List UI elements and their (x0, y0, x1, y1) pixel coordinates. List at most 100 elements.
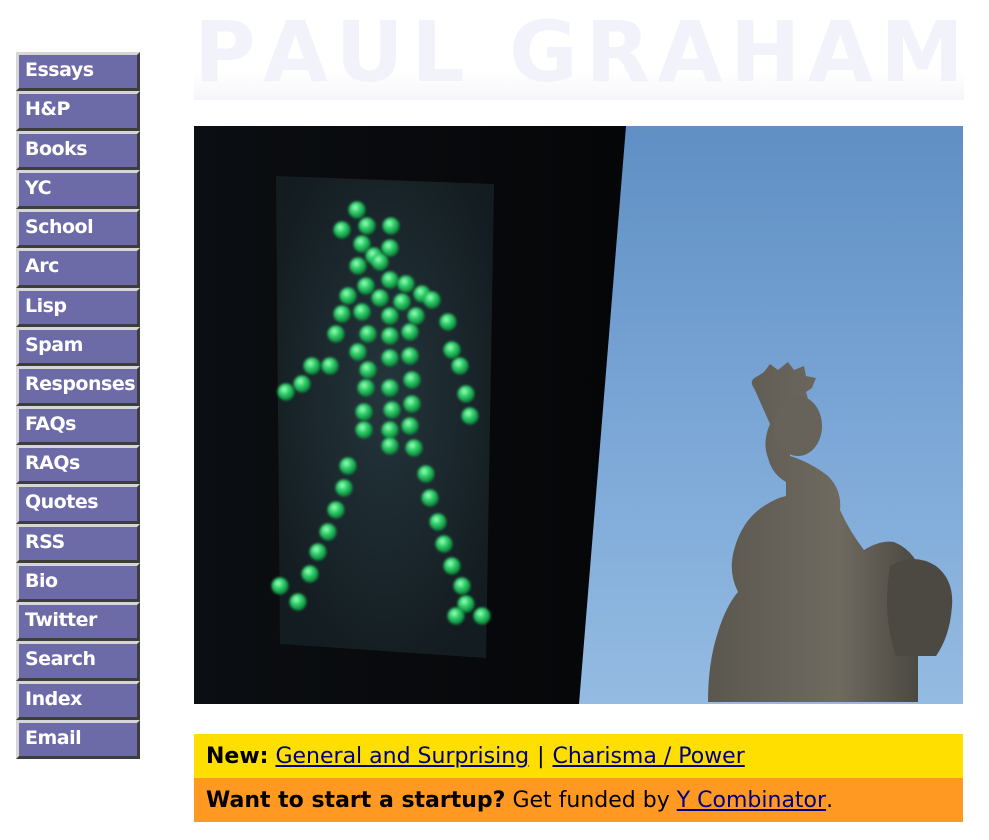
led-dot (335, 479, 353, 497)
led-dot (407, 307, 425, 325)
led-dot (353, 303, 371, 321)
title-letter: H (730, 3, 801, 101)
led-dot (421, 489, 439, 507)
link-general-and-surprising[interactable]: General and Surprising (275, 744, 529, 769)
startup-text: Get funded by (512, 787, 670, 813)
led-dot (355, 403, 373, 421)
title-letter: R (585, 3, 651, 101)
led-dot (371, 253, 389, 271)
walk-signal-and-statue-image (194, 126, 963, 704)
led-dot (348, 201, 366, 219)
led-dot (309, 543, 327, 561)
led-dot (443, 557, 461, 575)
led-dot (359, 361, 377, 379)
led-dot (339, 457, 357, 475)
led-dot (349, 343, 367, 361)
led-dot (353, 235, 371, 253)
led-dot (271, 577, 289, 595)
nav-rss[interactable]: RSS (16, 523, 140, 563)
led-dot (381, 421, 399, 439)
led-dot (381, 307, 399, 325)
led-dot (301, 565, 319, 583)
sidebar-nav: Essays H&P Books YC School Arc Lisp Spam… (16, 52, 140, 760)
nav-lisp[interactable]: Lisp (16, 287, 140, 328)
title-letter: A (807, 3, 873, 101)
led-dot (447, 607, 465, 625)
link-charisma-power[interactable]: Charisma / Power (553, 744, 745, 769)
nav-faqs[interactable]: FAQs (16, 405, 140, 445)
led-dot (453, 577, 471, 595)
led-dot (401, 323, 419, 341)
led-dot (397, 275, 415, 293)
title-letter: A (657, 3, 723, 101)
title-letter: G (508, 3, 578, 101)
led-dot (451, 357, 469, 375)
led-dot (289, 593, 307, 611)
led-dot (381, 379, 399, 397)
nav-search[interactable]: Search (16, 641, 140, 681)
led-dot (277, 383, 295, 401)
led-dot (381, 349, 399, 367)
new-essays-banner: New: General and Surprising | Charisma /… (194, 734, 963, 778)
led-dot (401, 347, 419, 365)
led-dot (327, 501, 345, 519)
title-letter: U (335, 3, 404, 101)
title-letter-spacer (472, 3, 501, 101)
led-dot (443, 341, 461, 359)
led-dot (381, 271, 399, 289)
nav-spam[interactable]: Spam (16, 327, 140, 367)
led-dot (382, 217, 400, 235)
startup-label: Want to start a startup? (206, 787, 506, 813)
nav-hp[interactable]: H&P (16, 91, 140, 131)
led-dot (359, 325, 377, 343)
title-letter: M (880, 3, 964, 101)
led-dot (429, 513, 447, 531)
led-dot (381, 437, 399, 455)
nav-bio[interactable]: Bio (16, 562, 140, 603)
nav-raqs[interactable]: RAQs (16, 444, 140, 485)
link-y-combinator[interactable]: Y Combinator (677, 788, 826, 813)
nav-books[interactable]: Books (16, 130, 140, 170)
led-dot (383, 401, 401, 419)
nav-yc[interactable]: YC (16, 169, 140, 210)
led-dot (355, 421, 373, 439)
led-dot (349, 257, 367, 275)
led-dot (403, 395, 421, 413)
led-dot (358, 217, 376, 235)
led-dot (393, 293, 411, 311)
led-dot (457, 385, 475, 403)
nav-quotes[interactable]: Quotes (16, 484, 140, 524)
nav-arc[interactable]: Arc (16, 248, 140, 288)
led-dot (439, 313, 457, 331)
site-title-logo: P A U L G R A H A M (194, 3, 964, 101)
led-dot (333, 305, 351, 323)
led-dot (423, 291, 441, 309)
nav-email[interactable]: Email (16, 720, 140, 760)
led-dot (417, 465, 435, 483)
title-letter: L (411, 3, 465, 101)
led-dot (473, 607, 491, 625)
led-dot (321, 357, 339, 375)
led-dot (435, 535, 453, 553)
page: Essays H&P Books YC School Arc Lisp Spam… (0, 0, 989, 840)
led-dot (403, 371, 421, 389)
led-dot (293, 375, 311, 393)
nav-school[interactable]: School (16, 209, 140, 249)
led-dot (381, 327, 399, 345)
led-dot (327, 325, 345, 343)
led-dot (357, 379, 375, 397)
nav-essays[interactable]: Essays (16, 52, 140, 92)
title-letter: P (194, 3, 256, 101)
led-dot (339, 287, 357, 305)
nav-twitter[interactable]: Twitter (16, 602, 140, 642)
led-dot (401, 417, 419, 435)
led-dot (371, 289, 389, 307)
nav-index[interactable]: Index (16, 680, 140, 721)
led-dot (461, 407, 479, 425)
led-dot (303, 357, 321, 375)
separator: | (537, 743, 545, 769)
led-dot (333, 221, 351, 239)
led-dot (319, 523, 337, 541)
new-label: New: (206, 743, 269, 769)
nav-responses[interactable]: Responses (16, 366, 140, 406)
